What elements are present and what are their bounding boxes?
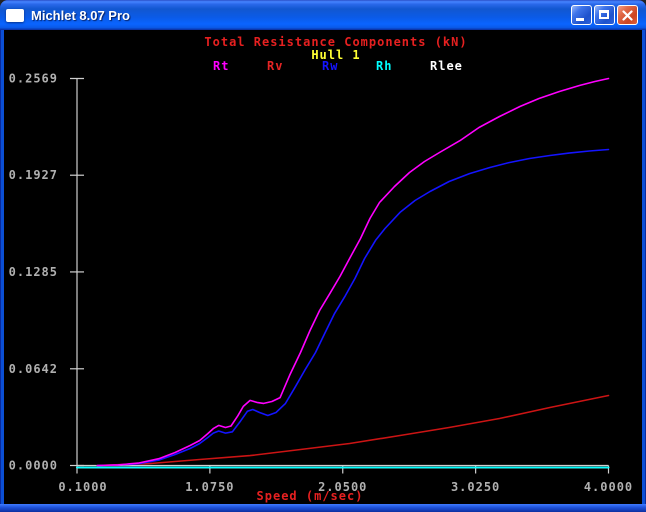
chart-legend: Rt Rv Rw Rh Rlee (213, 59, 463, 73)
y-tick-label: 0.2569 (9, 72, 58, 86)
x-axis-title: Speed (m/sec) (257, 489, 364, 503)
x-tick-label: 1.0750 (185, 480, 234, 494)
close-button[interactable] (617, 5, 638, 25)
legend-item-Rv: Rv (267, 59, 283, 73)
axes (70, 79, 609, 474)
maximize-button[interactable] (594, 5, 615, 25)
close-icon (622, 10, 633, 21)
chart-title: Total Resistance Components (kN) (204, 35, 467, 49)
y-tick-label: 0.0000 (9, 459, 58, 473)
y-tick-label: 0.0642 (9, 362, 58, 376)
chart-series (77, 79, 609, 468)
y-tick-label: 0.1927 (9, 168, 58, 182)
titlebar-buttons (571, 5, 638, 25)
resistance-chart: Total Resistance Components (kN) Hull 1 … (4, 30, 642, 504)
x-tick-label: 3.0250 (451, 480, 500, 494)
legend-item-Rt: Rt (213, 59, 229, 73)
x-tick-label: 0.1000 (58, 480, 107, 494)
maximize-icon (599, 10, 609, 19)
legend-item-Rlee: Rlee (430, 59, 463, 73)
series-Rw-line (97, 150, 608, 466)
app-window: Michlet 8.07 Pro Total Resistance Compon… (0, 0, 646, 512)
y-tick-label: 0.1285 (9, 265, 58, 279)
chart-client-area: Total Resistance Components (kN) Hull 1 … (4, 30, 642, 504)
y-axis-tick-labels: 0.0000 0.0642 0.1285 0.1927 0.2569 (9, 72, 58, 473)
minimize-button[interactable] (571, 5, 592, 25)
x-tick-label: 4.0000 (584, 480, 633, 494)
series-Rt-line (97, 79, 608, 466)
window-title: Michlet 8.07 Pro (31, 8, 571, 23)
legend-item-Rw: Rw (322, 59, 338, 73)
titlebar[interactable]: Michlet 8.07 Pro (0, 0, 646, 30)
app-icon (6, 9, 24, 22)
window-bottom-border (0, 504, 646, 512)
minimize-icon (576, 18, 584, 21)
legend-item-Rh: Rh (376, 59, 392, 73)
